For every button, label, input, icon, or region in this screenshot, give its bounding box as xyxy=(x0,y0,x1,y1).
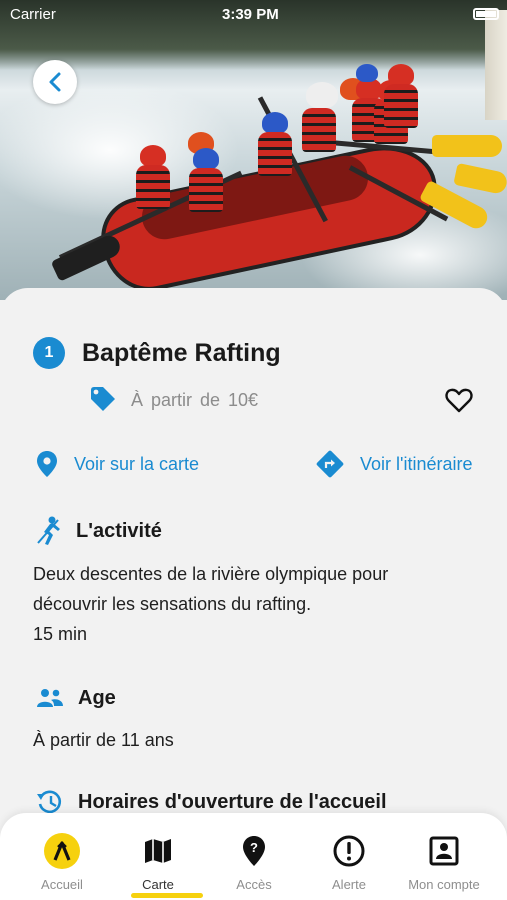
tab-label: Accès xyxy=(236,877,272,892)
hero-photo xyxy=(0,0,507,300)
price-text: À partir de 10€ xyxy=(131,389,259,410)
activity-description-line: Deux descentes de la rivière olympique p… xyxy=(33,564,389,584)
account-icon xyxy=(429,836,459,866)
tab-accueil[interactable]: Accueil xyxy=(12,833,112,897)
battery-icon xyxy=(473,8,499,20)
tab-alerte[interactable]: Alerte xyxy=(299,833,399,897)
activity-description: Deux descentes de la rivière olympique p… xyxy=(33,559,388,649)
tab-label: Carte xyxy=(142,877,174,892)
price-tag-icon xyxy=(91,387,115,411)
view-on-map-label: Voir sur la carte xyxy=(74,453,200,474)
activity-section-heading: L'activité xyxy=(36,516,162,546)
status-time: 3:39 PM xyxy=(222,6,279,23)
age-heading: Age xyxy=(78,686,116,709)
carrier-label: Carrier xyxy=(10,6,56,23)
age-section-heading: Age xyxy=(36,683,116,713)
activity-description-line: découvrir les sensations du rafting. xyxy=(33,594,312,614)
view-on-map-link[interactable]: Voir sur la carte xyxy=(36,450,199,478)
home-logo-icon xyxy=(44,833,80,869)
view-route-link[interactable]: Voir l'itinéraire xyxy=(316,450,472,478)
back-button[interactable] xyxy=(33,60,77,104)
people-icon xyxy=(37,689,63,707)
location-pin-icon xyxy=(37,451,57,477)
map-icon xyxy=(145,839,171,863)
tab-label: Mon compte xyxy=(408,877,480,892)
tab-label: Accueil xyxy=(41,877,83,892)
heart-icon xyxy=(445,388,473,413)
price-row: À partir de 10€ xyxy=(89,386,258,414)
activity-duration: 15 min xyxy=(33,624,88,644)
tab-bar: Accueil Carte ? Accès Alerte Mon compte xyxy=(0,813,507,900)
tab-acces[interactable]: ? Accès xyxy=(204,833,304,897)
view-route-label: Voir l'itinéraire xyxy=(360,453,473,474)
alert-icon xyxy=(333,835,365,867)
tab-carte[interactable]: Carte xyxy=(108,833,208,898)
rafting-person-icon xyxy=(37,516,60,545)
directions-icon xyxy=(316,450,344,478)
activity-number-badge: 1 xyxy=(33,337,65,369)
activity-title: Baptême Rafting xyxy=(82,338,281,367)
age-text: À partir de 11 ans xyxy=(33,730,174,750)
tab-mon-compte[interactable]: Mon compte xyxy=(394,833,494,897)
status-bar: Carrier 3:39 PM xyxy=(0,0,507,28)
location-pin-icon: ? xyxy=(243,836,265,866)
activity-heading: L'activité xyxy=(76,519,162,542)
favorite-button[interactable] xyxy=(444,386,474,414)
tab-label: Alerte xyxy=(332,877,366,892)
active-tab-indicator xyxy=(131,893,203,898)
svg-text:?: ? xyxy=(250,840,258,855)
history-clock-icon xyxy=(37,790,61,814)
activity-title-row: 1 Baptême Rafting xyxy=(33,337,281,369)
chevron-left-icon xyxy=(49,72,61,92)
hours-heading: Horaires d'ouverture de l'accueil xyxy=(78,790,387,813)
